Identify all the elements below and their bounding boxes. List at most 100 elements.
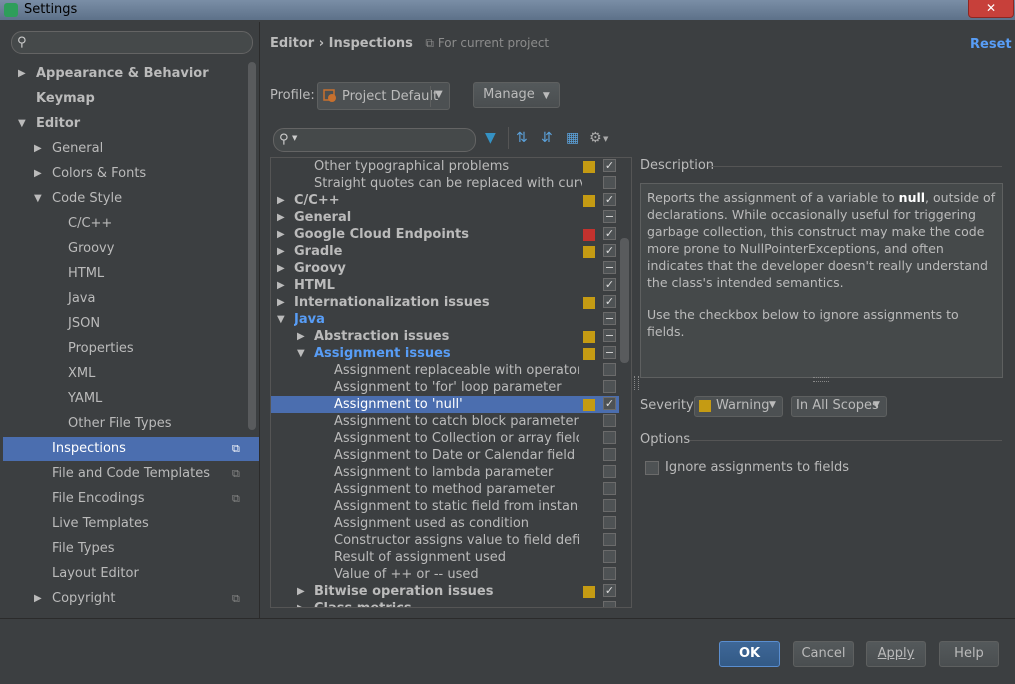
enable-checkbox[interactable]: ✓ xyxy=(603,193,616,206)
sidebar-item-java[interactable]: Java xyxy=(3,287,259,311)
enable-checkbox[interactable]: ✓ xyxy=(603,278,616,291)
enable-checkbox[interactable] xyxy=(603,448,616,461)
tree-row[interactable]: Constructor assigns value to field defin… xyxy=(271,532,619,549)
enable-checkbox[interactable] xyxy=(603,380,616,393)
profile-select[interactable]: Project Default ▼ xyxy=(317,82,450,110)
apply-button[interactable]: Apply xyxy=(866,641,926,667)
gear-icon[interactable]: ⚙ xyxy=(589,130,602,146)
collapse-all-icon[interactable]: ⇵ xyxy=(541,130,553,146)
sidebar-item-layout-editor[interactable]: Layout Editor xyxy=(3,562,259,586)
enable-checkbox[interactable]: ✓ xyxy=(603,584,616,597)
enable-checkbox[interactable]: ✓ xyxy=(603,295,616,308)
enable-checkbox[interactable] xyxy=(603,414,616,427)
sidebar-item-colors-fonts[interactable]: ▶ Colors & Fonts xyxy=(3,162,259,186)
reset-link[interactable]: Reset xyxy=(970,37,1012,52)
tree-row[interactable]: Assignment to method parameter xyxy=(271,481,619,498)
tree-row[interactable]: Assignment to static field from instance… xyxy=(271,498,619,515)
tree-row[interactable]: Result of assignment used xyxy=(271,549,619,566)
enable-checkbox[interactable] xyxy=(603,312,616,325)
enable-checkbox[interactable] xyxy=(603,550,616,563)
sidebar-item-general[interactable]: ▶ General xyxy=(3,137,259,161)
enable-checkbox[interactable] xyxy=(603,431,616,444)
tree-row[interactable]: ▶ Bitwise operation issues ✓ xyxy=(271,583,619,600)
tree-row[interactable]: ▶ Google Cloud Endpoints ✓ xyxy=(271,226,619,243)
splitter-grip[interactable] xyxy=(813,377,829,382)
sidebar-item-code-style[interactable]: ▼ Code Style xyxy=(3,187,259,211)
close-window-button[interactable]: ✕ xyxy=(968,0,1014,18)
sidebar-item-live-templates[interactable]: Live Templates xyxy=(3,512,259,536)
enable-checkbox[interactable] xyxy=(603,533,616,546)
reset-to-default-icon[interactable]: ▦ xyxy=(566,130,579,146)
ok-button[interactable]: OK xyxy=(719,641,780,667)
tree-row[interactable]: Assignment to Collection or array field … xyxy=(271,430,619,447)
enable-checkbox[interactable]: ✓ xyxy=(603,244,616,257)
enable-checkbox[interactable] xyxy=(603,363,616,376)
enable-checkbox[interactable]: ✓ xyxy=(603,227,616,240)
tree-row[interactable]: ▶ General xyxy=(271,209,619,226)
tree-row[interactable]: ▼ Java xyxy=(271,311,619,328)
enable-checkbox[interactable] xyxy=(603,465,616,478)
enable-checkbox[interactable]: ✓ xyxy=(603,397,616,410)
sidebar-item-file-encodings[interactable]: File Encodings ⧉ xyxy=(3,487,259,511)
cancel-button[interactable]: Cancel xyxy=(793,641,854,667)
tree-row[interactable]: Assignment to lambda parameter xyxy=(271,464,619,481)
tree-row[interactable]: ▼ Assignment issues xyxy=(271,345,619,362)
sidebar-item-html[interactable]: HTML xyxy=(3,262,259,286)
tree-row[interactable]: Other typographical problems ✓ xyxy=(271,158,619,175)
enable-checkbox[interactable] xyxy=(603,499,616,512)
gear-chevron-icon[interactable]: ▼ xyxy=(603,135,608,143)
tree-row[interactable]: ▶ Gradle ✓ xyxy=(271,243,619,260)
settings-search-input[interactable]: ⚲ xyxy=(11,31,253,54)
expand-all-icon[interactable]: ⇅ xyxy=(516,130,528,146)
enable-checkbox[interactable] xyxy=(603,329,616,342)
tree-row[interactable]: ▶ C/C++ ✓ xyxy=(271,192,619,209)
sidebar-item-file-types[interactable]: File Types xyxy=(3,537,259,561)
sidebar-item-json[interactable]: JSON xyxy=(3,312,259,336)
tree-row[interactable]: Assignment to Date or Calendar field fro… xyxy=(271,447,619,464)
tree-row-selected[interactable]: Assignment to 'null' ✓ xyxy=(271,396,619,413)
sidebar-item-file-code-templates[interactable]: File and Code Templates ⧉ xyxy=(3,462,259,486)
enable-checkbox[interactable] xyxy=(603,516,616,529)
tree-row[interactable]: Assignment to 'for' loop parameter xyxy=(271,379,619,396)
vertical-splitter-grip[interactable] xyxy=(634,376,639,390)
sidebar-item-other-file-types[interactable]: Other File Types xyxy=(3,412,259,436)
enable-checkbox[interactable]: ✓ xyxy=(603,159,616,172)
enable-checkbox[interactable] xyxy=(603,210,616,223)
tree-row[interactable]: Straight quotes can be replaced with cur… xyxy=(271,175,619,192)
enable-checkbox[interactable] xyxy=(603,346,616,359)
tree-row[interactable]: Assignment replaceable with operator ass… xyxy=(271,362,619,379)
tree-scrollbar[interactable] xyxy=(620,238,629,363)
tree-row[interactable]: Value of ++ or -- used xyxy=(271,566,619,583)
sidebar-item-yaml[interactable]: YAML xyxy=(3,387,259,411)
tree-row[interactable]: ▶ HTML ✓ xyxy=(271,277,619,294)
enable-checkbox[interactable] xyxy=(603,176,616,189)
help-button[interactable]: Help xyxy=(939,641,999,667)
tree-row[interactable]: ▶ Groovy xyxy=(271,260,619,277)
severity-select[interactable]: Warning ▼ xyxy=(694,396,783,417)
sidebar-divider[interactable] xyxy=(259,22,260,618)
sidebar-item-keymap[interactable]: Keymap xyxy=(3,87,259,111)
filter-icon[interactable]: ▼ xyxy=(485,130,496,146)
tree-row[interactable]: ▶ Abstraction issues xyxy=(271,328,619,345)
tree-row[interactable]: Assignment to catch block parameter xyxy=(271,413,619,430)
sidebar-item-groovy[interactable]: Groovy xyxy=(3,237,259,261)
enable-checkbox[interactable] xyxy=(603,482,616,495)
sidebar-item-properties[interactable]: Properties xyxy=(3,337,259,361)
enable-checkbox[interactable] xyxy=(603,601,616,607)
manage-button[interactable]: Manage ▼ xyxy=(473,82,560,108)
ignore-assignments-checkbox[interactable] xyxy=(645,461,659,475)
tree-row[interactable]: ▶ Class metrics xyxy=(271,600,619,607)
enable-checkbox[interactable] xyxy=(603,567,616,580)
enable-checkbox[interactable] xyxy=(603,261,616,274)
sidebar-item-appearance-behavior[interactable]: ▶ Appearance & Behavior xyxy=(3,62,259,86)
sidebar-item-cpp[interactable]: C/C++ xyxy=(3,212,259,236)
tree-row[interactable]: Assignment used as condition xyxy=(271,515,619,532)
sidebar-item-xml[interactable]: XML xyxy=(3,362,259,386)
inspection-tree[interactable]: Other typographical problems ✓ Straight q… xyxy=(270,157,632,608)
sidebar-item-editor[interactable]: ▼ Editor xyxy=(3,112,259,136)
sidebar-item-copyright[interactable]: ▶ Copyright ⧉ xyxy=(3,587,259,611)
tree-row[interactable]: ▶ Internationalization issues ✓ xyxy=(271,294,619,311)
inspection-search-input[interactable]: ⚲ ▼ xyxy=(273,128,476,152)
sidebar-item-inspections[interactable]: Inspections ⧉ xyxy=(3,437,259,461)
scope-select[interactable]: In All Scopes ▼ xyxy=(791,396,887,417)
